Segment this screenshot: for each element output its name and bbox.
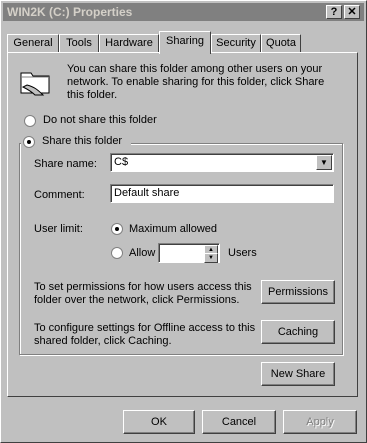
permissions-button[interactable]: Permissions	[261, 280, 335, 304]
share-name-combo[interactable]: C$ ▼	[110, 153, 334, 172]
comment-label: Comment:	[34, 189, 85, 201]
tab-quota[interactable]: Quota	[261, 34, 301, 52]
tab-hardware[interactable]: Hardware	[99, 34, 159, 52]
window-title: WIN2K (C:) Properties	[7, 5, 133, 19]
close-button[interactable]: ✕	[344, 5, 360, 19]
share-this-folder-option: Share this folder	[21, 135, 132, 149]
permissions-text: To set permissions for how users access …	[34, 281, 252, 306]
tab-general[interactable]: General	[7, 34, 59, 52]
user-limit-label: User limit:	[34, 223, 83, 235]
users-label: Users	[228, 247, 257, 259]
allow-users-stepper[interactable]: ▲ ▼	[158, 243, 220, 263]
ok-button[interactable]: OK	[123, 410, 195, 434]
allow-label[interactable]: Allow	[129, 247, 155, 259]
chevron-down-icon[interactable]: ▼	[316, 155, 332, 170]
maximum-allowed-label[interactable]: Maximum allowed	[129, 223, 217, 235]
share-name-value: C$	[114, 156, 129, 168]
maximum-allowed-radio[interactable]	[111, 223, 123, 235]
do-not-share-label[interactable]: Do not share this folder	[43, 114, 157, 126]
tab-security[interactable]: Security	[211, 34, 261, 52]
properties-window: WIN2K (C:) Properties ? ✕ General Tools …	[0, 0, 367, 443]
shared-folder-icon	[20, 72, 50, 96]
apply-button[interactable]: Apply	[283, 410, 357, 434]
sharing-intro-text: You can share this folder among other us…	[67, 63, 325, 101]
help-button[interactable]: ?	[326, 5, 342, 19]
tab-sharing[interactable]: Sharing	[159, 31, 211, 54]
cancel-button[interactable]: Cancel	[202, 410, 276, 434]
share-name-label: Share name:	[34, 158, 97, 170]
caching-button[interactable]: Caching	[261, 320, 335, 344]
share-this-folder-label[interactable]: Share this folder	[42, 135, 122, 147]
title-bar[interactable]: WIN2K (C:) Properties ? ✕	[3, 3, 364, 21]
comment-value: Default share	[114, 187, 180, 199]
tab-tools[interactable]: Tools	[59, 34, 99, 52]
share-this-folder-radio[interactable]	[23, 136, 35, 148]
new-share-button[interactable]: New Share	[261, 362, 335, 386]
spin-down-icon[interactable]: ▼	[204, 253, 218, 263]
allow-radio[interactable]	[111, 247, 123, 259]
do-not-share-radio[interactable]	[24, 115, 36, 127]
caching-text: To configure settings for Offline access…	[34, 322, 256, 347]
comment-field[interactable]: Default share	[110, 184, 334, 203]
